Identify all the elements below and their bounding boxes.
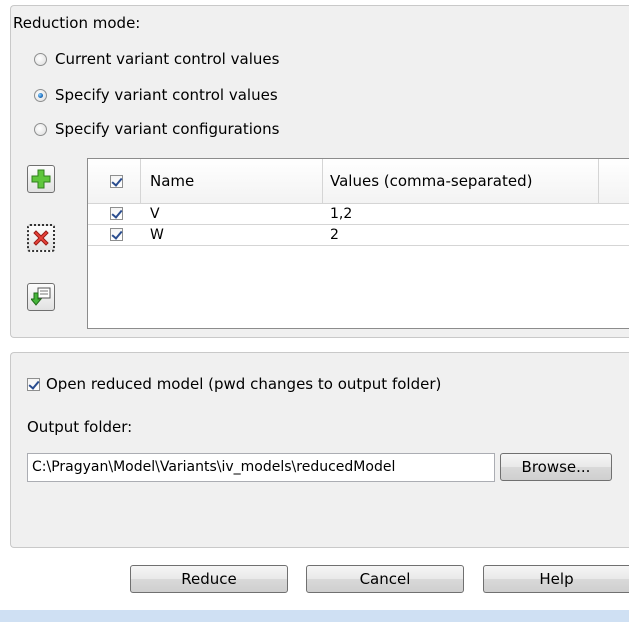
open-reduced-model-label: Open reduced model (pwd changes to outpu… (46, 375, 442, 393)
radio-label: Current variant control values (55, 50, 280, 68)
variant-values-table: Name Values (comma-separated) V 1,2 W 2 (87, 158, 629, 329)
row-name[interactable]: W (150, 225, 164, 245)
open-reduced-model-checkbox[interactable] (27, 377, 40, 391)
help-button[interactable]: Help (483, 565, 629, 593)
output-folder-label: Output folder: (27, 418, 133, 436)
row-name[interactable]: V (150, 204, 160, 224)
radio-button[interactable] (34, 122, 47, 136)
open-reduced-model-checkbox-row[interactable]: Open reduced model (pwd changes to outpu… (27, 375, 441, 393)
reduce-button[interactable]: Reduce (130, 565, 288, 593)
import-icon (31, 287, 51, 306)
row-values[interactable]: 1,2 (330, 204, 352, 224)
table-header: Name Values (comma-separated) (88, 159, 629, 204)
plus-icon (31, 169, 51, 189)
radio-label: Specify variant control values (55, 86, 278, 104)
select-all-checkbox[interactable] (110, 175, 123, 188)
import-button[interactable] (27, 283, 55, 311)
output-folder-input[interactable]: C:\Pragyan\Model\Variants\iv_models\redu… (27, 453, 495, 482)
column-header-name[interactable]: Name (150, 171, 194, 191)
red-x-icon (33, 230, 49, 246)
radio-specify-variant-configurations[interactable]: Specify variant configurations (34, 120, 279, 138)
row-checkbox[interactable] (110, 228, 123, 241)
window-bottom-edge (0, 610, 629, 622)
delete-row-button[interactable] (27, 224, 55, 252)
add-row-button[interactable] (27, 165, 55, 193)
table-row[interactable]: V 1,2 (88, 204, 629, 225)
row-checkbox[interactable] (110, 207, 123, 220)
radio-button[interactable] (34, 52, 47, 66)
column-header-values[interactable]: Values (comma-separated) (330, 171, 532, 191)
browse-button[interactable]: Browse... (500, 453, 612, 481)
radio-label: Specify variant configurations (55, 120, 280, 138)
row-values[interactable]: 2 (330, 225, 339, 245)
radio-specify-variant-control-values[interactable]: Specify variant control values (34, 86, 278, 104)
radio-current-variant-control-values[interactable]: Current variant control values (34, 50, 279, 68)
table-row[interactable]: W 2 (88, 225, 629, 246)
cancel-button[interactable]: Cancel (306, 565, 464, 593)
reduction-mode-title: Reduction mode: (13, 14, 141, 32)
radio-button[interactable] (34, 88, 47, 102)
